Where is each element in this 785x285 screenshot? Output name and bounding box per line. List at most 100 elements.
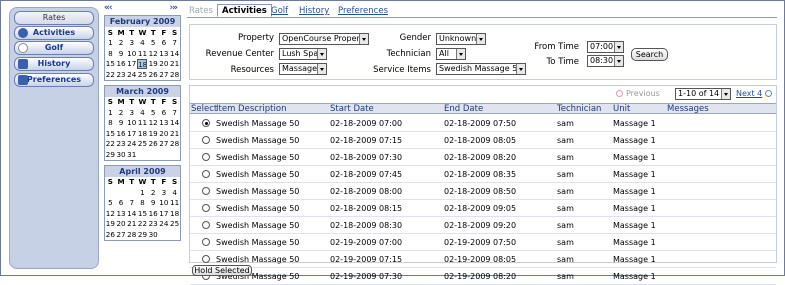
calendar-day[interactable]: 14 xyxy=(169,48,180,59)
calendar-day[interactable]: 26 xyxy=(105,229,116,240)
calendar-day[interactable]: 21 xyxy=(126,219,137,230)
calendar-day[interactable]: 13 xyxy=(159,48,170,59)
row-select-radio[interactable] xyxy=(202,187,210,195)
nav-activities-button[interactable]: Activities xyxy=(14,26,94,40)
calendar-day[interactable]: 1 xyxy=(137,187,148,198)
calendar-day[interactable]: 9 xyxy=(116,118,127,129)
tab-preferences[interactable]: Preferences xyxy=(338,5,388,18)
calendar-day[interactable]: 9 xyxy=(148,198,159,209)
calendar-day[interactable]: 28 xyxy=(169,69,180,80)
calendar-day[interactable]: 9 xyxy=(116,48,127,59)
calendar-day[interactable]: 15 xyxy=(137,208,148,219)
calendar-day[interactable]: 15 xyxy=(105,59,116,70)
pager-previous[interactable]: Previous xyxy=(616,89,660,98)
calendar-day[interactable]: 28 xyxy=(169,139,180,150)
nav-preferences-button[interactable]: Preferences xyxy=(14,73,94,87)
row-select-radio[interactable] xyxy=(202,255,210,263)
hold-selected-button[interactable]: Hold Selected xyxy=(192,265,252,276)
calendar-day[interactable]: 20 xyxy=(116,219,127,230)
calendar-day[interactable]: 24 xyxy=(126,69,137,80)
calendar-day[interactable]: 31 xyxy=(126,149,137,160)
calendar-day[interactable]: 25 xyxy=(137,139,148,150)
calendar-day[interactable]: 29 xyxy=(137,229,148,240)
row-select-radio[interactable] xyxy=(202,204,210,212)
calendar-day[interactable]: 23 xyxy=(116,139,127,150)
calendar-next-button[interactable]: ›» xyxy=(169,3,177,13)
calendar-day[interactable]: 3 xyxy=(126,38,137,49)
row-select-radio[interactable] xyxy=(202,170,210,178)
calendar-day[interactable]: 15 xyxy=(105,128,116,139)
calendar-day[interactable]: 6 xyxy=(116,198,127,209)
calendar-day[interactable]: 22 xyxy=(105,139,116,150)
calendar-day[interactable]: 22 xyxy=(137,219,148,230)
calendar-day[interactable]: 27 xyxy=(159,139,170,150)
table-row[interactable]: Swedish Massage 50 02-18-2009 08:15 02-18-… xyxy=(190,200,776,217)
calendar-day[interactable]: 5 xyxy=(148,107,159,118)
next-circle-icon[interactable] xyxy=(765,90,772,97)
calendar-day[interactable]: 8 xyxy=(105,118,116,129)
table-row[interactable]: Swedish Massage 50 02-18-2009 07:00 02-18-… xyxy=(190,115,776,132)
calendar-day[interactable]: 4 xyxy=(169,187,180,198)
calendar-day[interactable]: 12 xyxy=(148,118,159,129)
calendar-day[interactable]: 16 xyxy=(116,128,127,139)
calendar-day[interactable]: 6 xyxy=(159,38,170,49)
nav-history-button[interactable]: History xyxy=(14,57,94,71)
calendar-day[interactable]: 8 xyxy=(105,48,116,59)
calendar-day[interactable]: 2 xyxy=(148,187,159,198)
calendar-day[interactable]: 19 xyxy=(148,128,159,139)
calendar-day[interactable]: 26 xyxy=(148,69,159,80)
property-select[interactable]: OpenCourse Property xyxy=(279,33,369,45)
table-row[interactable]: Swedish Massage 50 02-18-2009 08:30 02-18-… xyxy=(190,217,776,234)
calendar-day[interactable]: 21 xyxy=(169,59,180,70)
calendar-day[interactable]: 19 xyxy=(148,59,159,70)
table-row[interactable]: Swedish Massage 50 02-19-2009 07:00 02-19-… xyxy=(190,234,776,251)
calendar-day[interactable]: 14 xyxy=(169,118,180,129)
calendar-day[interactable]: 5 xyxy=(105,198,116,209)
gender-select[interactable]: Unknown xyxy=(436,33,486,45)
calendar-day[interactable]: 18 xyxy=(169,208,180,219)
calendar-day[interactable]: 24 xyxy=(159,219,170,230)
calendar-day[interactable]: 19 xyxy=(105,219,116,230)
calendar-day[interactable]: 21 xyxy=(169,128,180,139)
calendar-day[interactable]: 11 xyxy=(137,118,148,129)
calendar-day[interactable]: 20 xyxy=(159,128,170,139)
table-row[interactable]: Swedish Massage 50 02-18-2009 07:45 02-18-… xyxy=(190,166,776,183)
revenue-center-select[interactable]: Lush Spa xyxy=(279,48,327,60)
calendar-day[interactable]: 17 xyxy=(126,128,137,139)
calendar-day[interactable]: 14 xyxy=(126,208,137,219)
calendar-day[interactable]: 7 xyxy=(126,198,137,209)
calendar-day[interactable]: 10 xyxy=(126,118,137,129)
nav-golf-button[interactable]: Golf xyxy=(14,41,94,55)
calendar-day[interactable]: 6 xyxy=(159,107,170,118)
calendar-day[interactable]: 11 xyxy=(169,198,180,209)
nav-rates-button[interactable]: Rates xyxy=(14,11,94,25)
calendar-day[interactable]: 13 xyxy=(116,208,127,219)
tab-rates[interactable]: Rates xyxy=(189,5,213,18)
calendar-day[interactable]: 12 xyxy=(105,208,116,219)
calendar-day[interactable]: 8 xyxy=(137,198,148,209)
row-select-radio[interactable] xyxy=(202,153,210,161)
calendar-day[interactable]: 1 xyxy=(105,38,116,49)
calendar-day[interactable]: 18 xyxy=(137,58,148,69)
calendar-day[interactable]: 17 xyxy=(159,208,170,219)
technician-select[interactable]: All xyxy=(436,48,466,60)
calendar-day[interactable]: 4 xyxy=(137,38,148,49)
service-items-select[interactable]: Swedish Massage 50 xyxy=(436,63,526,75)
calendar-day[interactable]: 10 xyxy=(159,198,170,209)
table-row[interactable]: Swedish Massage 50 02-18-2009 07:30 02-18-… xyxy=(190,149,776,166)
row-select-radio[interactable] xyxy=(202,119,210,127)
calendar-day[interactable]: 7 xyxy=(169,107,180,118)
calendar-day[interactable]: 25 xyxy=(169,219,180,230)
table-row[interactable]: Swedish Massage 50 02-18-2009 07:15 02-18-… xyxy=(190,132,776,149)
calendar-day[interactable]: 17 xyxy=(126,59,137,70)
row-select-radio[interactable] xyxy=(202,238,210,246)
calendar-day[interactable]: 16 xyxy=(116,59,127,70)
row-select-radio[interactable] xyxy=(202,221,210,229)
calendar-prev-button[interactable]: «‹ xyxy=(104,3,112,13)
calendar-day[interactable]: 26 xyxy=(148,139,159,150)
calendar-day[interactable]: 1 xyxy=(105,107,116,118)
calendar-day[interactable]: 16 xyxy=(148,208,159,219)
table-row[interactable]: Swedish Massage 50 02-18-2009 08:00 02-18-… xyxy=(190,183,776,200)
calendar-day[interactable]: 20 xyxy=(159,59,170,70)
calendar-day[interactable]: 30 xyxy=(148,229,159,240)
